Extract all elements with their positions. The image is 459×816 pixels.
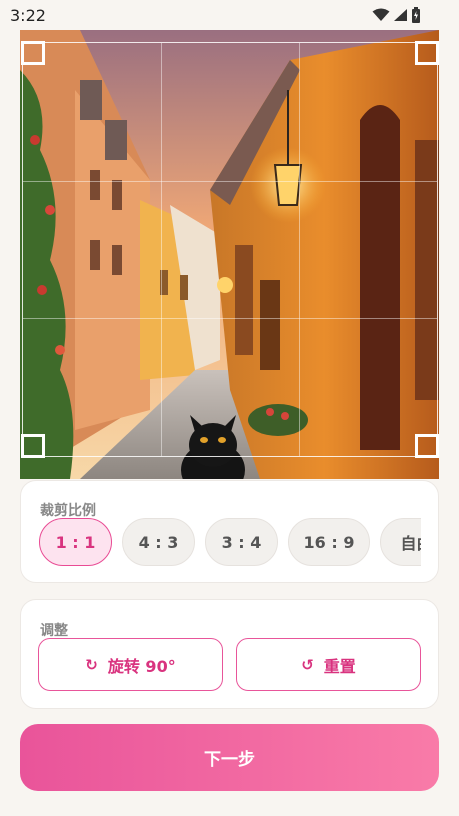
crop-frame[interactable]	[21, 41, 439, 458]
grid-line	[23, 180, 437, 182]
reset-button[interactable]: ↺ 重置	[236, 638, 421, 691]
ratio-option-1-1[interactable]: 1 : 1	[39, 518, 112, 566]
ratio-option-3-4[interactable]: 3 : 4	[205, 518, 278, 566]
status-bar: 3:22	[0, 0, 459, 30]
crop-ratio-title: 裁剪比例	[40, 503, 96, 519]
adjust-card: 调整 ↻ 旋转 90° ↺ 重置	[20, 599, 439, 709]
crop-handle-top-right[interactable]	[415, 41, 439, 65]
crop-handle-bottom-right[interactable]	[415, 434, 439, 458]
reset-icon: ↺	[301, 655, 314, 674]
next-step-label: 下一步	[204, 750, 255, 770]
rotate-icon: ↻	[85, 655, 98, 674]
crop-ratio-card: 裁剪比例 1 : 1 4 : 3 3 : 4 16 : 9 自由	[20, 480, 439, 583]
battery-icon	[412, 7, 420, 23]
next-step-button[interactable]: 下一步	[20, 724, 439, 791]
crop-handle-bottom-left[interactable]	[21, 434, 45, 458]
grid-line	[23, 318, 437, 320]
grid-line	[160, 43, 162, 456]
status-icons	[372, 7, 421, 23]
adjust-title: 调整	[40, 623, 68, 639]
crop-handle-top-left[interactable]	[21, 41, 45, 65]
grid-line	[298, 43, 300, 456]
rotate-button[interactable]: ↻ 旋转 90°	[38, 638, 223, 691]
signal-icon	[394, 9, 407, 21]
ratio-option-16-9[interactable]: 16 : 9	[288, 518, 370, 566]
rotate-label: 旋转 90°	[107, 656, 176, 676]
ratio-options[interactable]: 1 : 1 4 : 3 3 : 4 16 : 9 自由	[39, 518, 421, 568]
ratio-option-free[interactable]: 自由	[380, 518, 421, 566]
status-time: 3:22	[10, 6, 46, 25]
ratio-option-4-3[interactable]: 4 : 3	[122, 518, 195, 566]
reset-label: 重置	[323, 656, 356, 676]
wifi-icon	[372, 8, 390, 21]
